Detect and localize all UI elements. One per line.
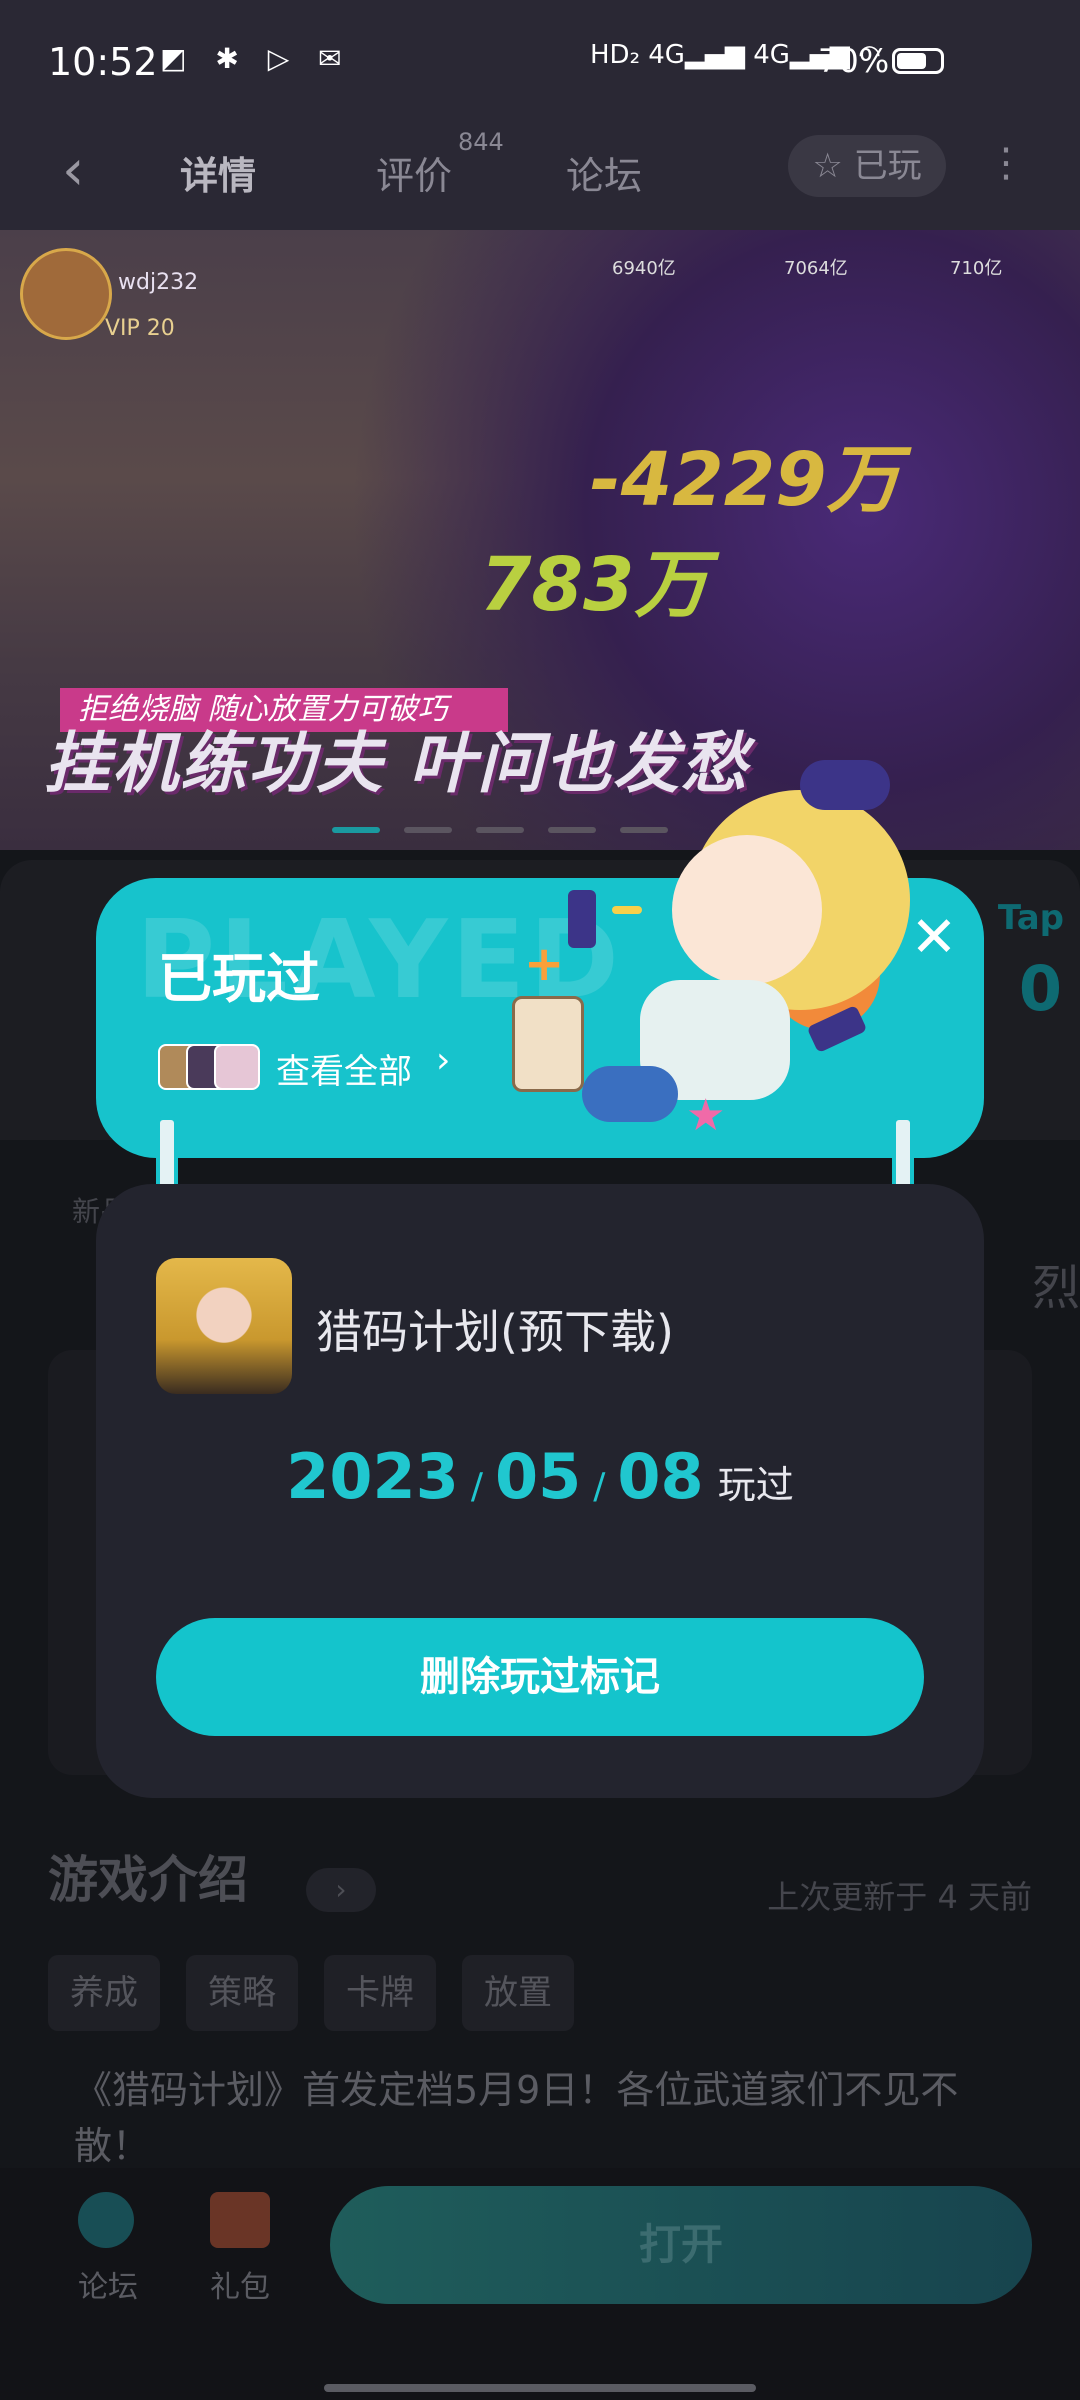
mascot-face xyxy=(672,835,822,985)
mascot-bow xyxy=(800,760,890,810)
battery-percent: 70% xyxy=(818,42,890,80)
tap-score-value: 0 xyxy=(1018,952,1062,1025)
tab-forum[interactable]: 论坛 xyxy=(566,145,642,200)
banner-damage-1: -4229万 xyxy=(590,437,901,523)
date-day: 08 xyxy=(617,1440,704,1513)
date-separator: / xyxy=(470,1466,483,1507)
dash-decoration xyxy=(612,906,642,914)
banner-resource-2: 7064亿 xyxy=(784,258,848,279)
played-label: 已玩 xyxy=(853,146,922,186)
view-all-link[interactable]: 查看全部 xyxy=(276,1044,412,1093)
played-date: 2023 / 05 / 08 玩过 xyxy=(0,1440,1080,1513)
tab-reviews[interactable]: 评价 xyxy=(376,145,452,200)
tag[interactable]: 养成 xyxy=(48,1955,160,2031)
banner-player-avatar xyxy=(20,248,112,340)
banner-resource-1: 6940亿 xyxy=(612,258,676,279)
banner-resource-3: 710亿 xyxy=(950,258,1003,279)
game-description: 《猎码计划》首发定档5月9日！各位武道家们不见不散！ xyxy=(74,2068,959,2168)
section-stub-2: 烈 xyxy=(1031,1260,1080,1316)
chevron-right-icon[interactable]: › xyxy=(306,1868,376,1912)
back-icon[interactable]: ‹ xyxy=(62,138,84,203)
tap-score-label: Tap xyxy=(997,898,1064,938)
game-name: 猎码计划(预下载) xyxy=(316,1305,674,1359)
game-avatar xyxy=(214,1044,260,1090)
forum-label[interactable]: 论坛 xyxy=(78,2262,138,2306)
carousel-dot[interactable] xyxy=(620,827,668,833)
date-suffix: 玩过 xyxy=(717,1463,794,1507)
delete-played-mark-button[interactable]: 删除玩过标记 xyxy=(156,1618,924,1736)
section-title-intro: 游戏介绍 xyxy=(48,1851,248,1909)
review-count-badge: 844 xyxy=(458,128,504,156)
gameboy-icon xyxy=(512,996,584,1092)
last-updated: 上次更新于 4 天前 xyxy=(767,1878,1032,1916)
date-separator: / xyxy=(593,1466,606,1507)
played-button[interactable]: ☆ 已玩 xyxy=(788,135,946,197)
status-time: 10:52 xyxy=(48,40,158,84)
plus-icon: + xyxy=(524,936,565,992)
notification-icons: ◩ ✱ ▷ ✉ xyxy=(160,42,352,75)
battery-fill xyxy=(897,53,927,69)
more-icon[interactable]: ⋮ xyxy=(986,140,1026,186)
tag[interactable]: 策略 xyxy=(186,1955,298,2031)
home-indicator[interactable] xyxy=(324,2384,756,2392)
banner-vip: VIP 20 xyxy=(105,316,175,341)
carousel-dot[interactable] xyxy=(404,827,452,833)
signal-4g-icon-2: 4G xyxy=(753,40,790,70)
played-avatars[interactable] xyxy=(158,1044,262,1092)
modal-title: 已玩过 xyxy=(158,947,320,1010)
remote-icon-2 xyxy=(568,890,596,948)
gamepad-icon xyxy=(582,1066,678,1122)
forum-icon[interactable] xyxy=(78,2192,134,2248)
chevron-right-icon[interactable]: › xyxy=(436,1040,450,1081)
star-icon: ☆ xyxy=(812,146,843,186)
carousel-dot[interactable] xyxy=(548,827,596,833)
open-button[interactable]: 打开 xyxy=(330,2186,1032,2304)
gift-label[interactable]: 礼包 xyxy=(210,2262,270,2306)
gift-icon[interactable] xyxy=(210,2192,270,2248)
banner-slogan: 挂机练功夫 叶问也发愁 xyxy=(44,725,749,802)
signal-4g-icon: 4G xyxy=(648,40,685,70)
carousel-dot[interactable] xyxy=(476,827,524,833)
tab-details[interactable]: 详情 xyxy=(180,145,256,200)
game-icon xyxy=(156,1258,292,1394)
tag[interactable]: 放置 xyxy=(462,1955,574,2031)
star-icon: ★ xyxy=(686,1090,726,1141)
banner-player-name: wdj232 xyxy=(118,270,199,295)
hd-icon: HD₂ xyxy=(590,40,640,70)
carousel-dot-active[interactable] xyxy=(332,827,380,833)
date-year: 2023 xyxy=(286,1440,459,1513)
tag[interactable]: 卡牌 xyxy=(324,1955,436,2031)
battery-icon xyxy=(892,48,944,74)
banner-damage-2: 783万 xyxy=(480,542,709,628)
date-month: 05 xyxy=(494,1440,582,1513)
